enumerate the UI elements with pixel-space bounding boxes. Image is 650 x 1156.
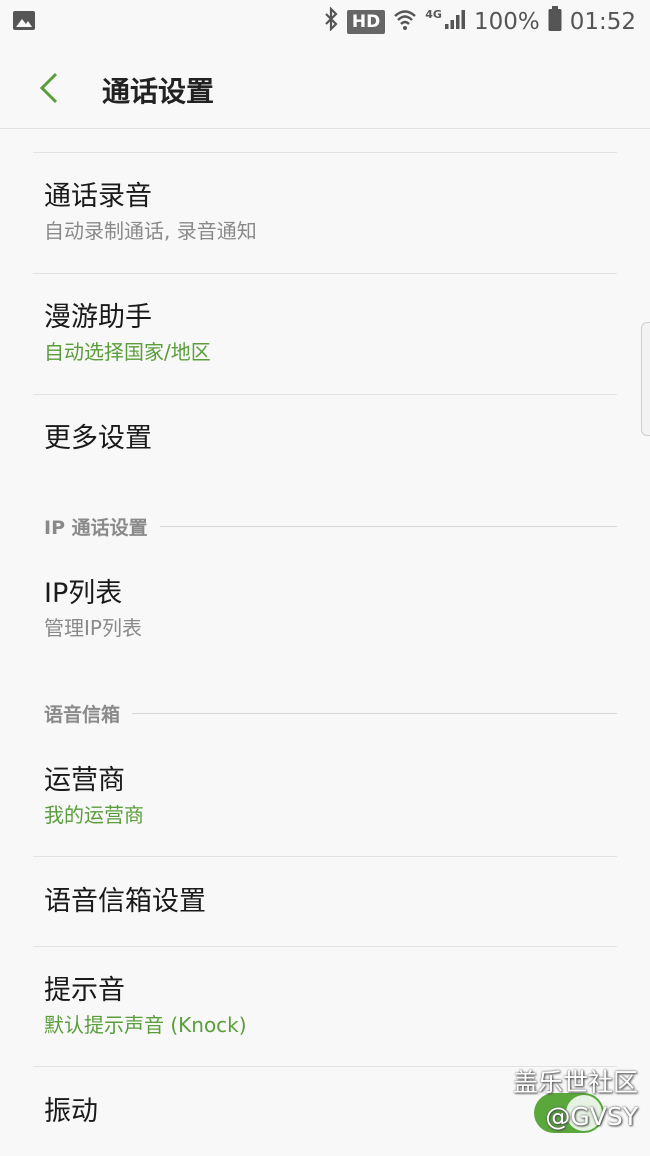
gallery-icon: [12, 9, 36, 37]
battery-icon: [548, 6, 562, 38]
watermark-line1: 盖乐世社区: [512, 1068, 638, 1097]
divider: [33, 152, 617, 153]
more-settings-item[interactable]: 更多设置: [44, 422, 614, 456]
hd-badge: HD: [346, 10, 386, 34]
item-title: IP列表: [44, 578, 123, 609]
section-header-ip-call: IP 通话设置: [44, 513, 617, 539]
network-type-label: 4G: [425, 7, 442, 21]
item-subtitle: 自动选择国家/地区: [44, 340, 211, 364]
status-bar: HD 4G 100% 01:52: [0, 0, 650, 44]
chevron-left-icon: [34, 72, 70, 112]
item-title: 更多设置: [44, 423, 152, 454]
section-line: [132, 712, 617, 714]
item-subtitle: 自动录制通话, 录音通知: [44, 219, 257, 243]
section-header-voicemail: 语音信箱: [44, 700, 617, 726]
item-title: 提示音: [44, 975, 125, 1006]
section-line: [159, 525, 617, 527]
watermark: 盖乐世社区 @GVSY: [513, 1066, 638, 1134]
clock-time: 01:52: [569, 9, 636, 35]
carrier-item[interactable]: 运营商 我的运营商: [44, 764, 614, 828]
section-label: IP 通话设置: [44, 516, 148, 539]
divider: [33, 946, 617, 947]
item-title: 运营商: [44, 765, 125, 796]
item-title: 通话录音: [44, 181, 152, 212]
wifi-icon: [393, 7, 417, 37]
section-label: 语音信箱: [44, 703, 121, 726]
divider: [33, 856, 617, 857]
item-subtitle: 我的运营商: [44, 803, 144, 827]
call-recording-item[interactable]: 通话录音 自动录制通话, 录音通知: [44, 180, 614, 244]
divider: [33, 273, 617, 274]
watermark-line2: @GVSY: [545, 1102, 638, 1131]
divider: [33, 394, 617, 395]
item-title: 语音信箱设置: [44, 886, 206, 917]
signal-icon: [444, 7, 466, 37]
bluetooth-icon: [323, 6, 339, 37]
battery-percent: 100%: [473, 9, 540, 35]
ip-list-item[interactable]: IP列表 管理IP列表: [44, 577, 614, 641]
back-button[interactable]: [34, 68, 70, 108]
roaming-assistant-item[interactable]: 漫游助手 自动选择国家/地区: [44, 301, 614, 365]
voicemail-settings-item[interactable]: 语音信箱设置: [44, 885, 614, 919]
app-bar: 通话设置: [0, 44, 650, 129]
item-subtitle: 默认提示声音 (Knock): [44, 1013, 247, 1037]
scroll-handle[interactable]: [641, 322, 650, 436]
page-title: 通话设置: [102, 75, 215, 108]
item-title: 漫游助手: [44, 302, 152, 333]
notification-sound-item[interactable]: 提示音 默认提示声音 (Knock): [44, 974, 614, 1038]
item-subtitle: 管理IP列表: [44, 616, 142, 640]
